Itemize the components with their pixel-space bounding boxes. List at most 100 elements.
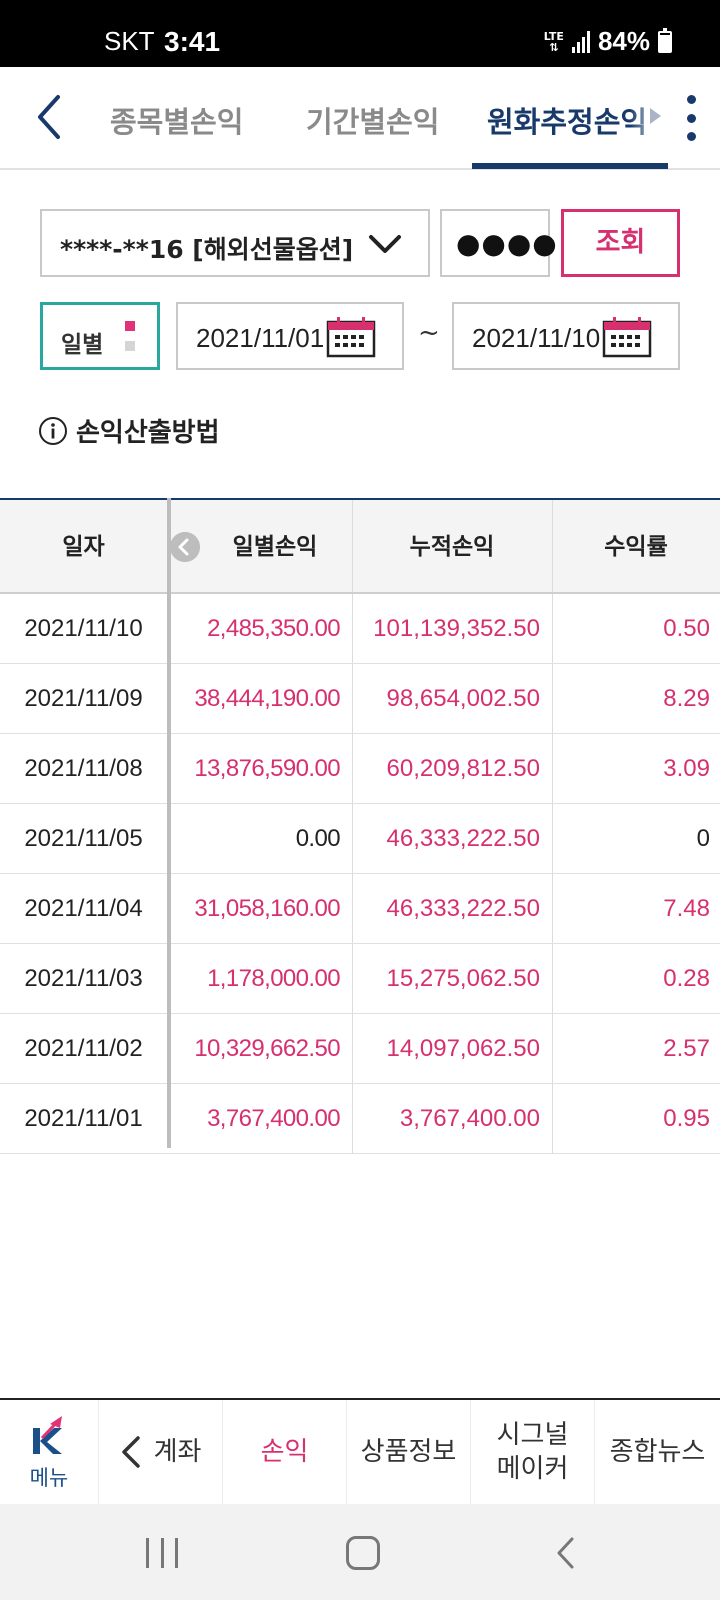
chevron-down-icon: [369, 235, 401, 253]
system-back-icon[interactable]: [555, 1536, 575, 1570]
top-nav: 종목별손익 기간별손익 원화추정손익: [0, 67, 720, 170]
cumulative-profit-cell: 98,654,002.50: [386, 685, 540, 712]
table-row[interactable]: 2021/11/05 0.00 46,333,222.50 0: [0, 804, 720, 874]
table-row[interactable]: 2021/11/08 13,876,590.00 60,209,812.50 3.09: [0, 734, 720, 804]
lte-icon: LTE ⇅: [543, 29, 564, 54]
tab-krw-estimated-profit[interactable]: 원화추정손익: [487, 99, 647, 141]
scroll-left-icon[interactable]: [170, 532, 200, 562]
end-date-field[interactable]: 2021/11/10: [452, 302, 680, 370]
profit-table: 일자 일별손익 누적손익 수익률 2021/11/10 2,485,350.00 1…: [0, 498, 720, 1154]
more-vert-icon[interactable]: [684, 95, 698, 141]
account-value: ****-**16 [해외선물옵션]: [60, 235, 354, 264]
tab-item-profit[interactable]: 종목별손익: [110, 99, 243, 141]
tab-scroll-arrow-icon[interactable]: [648, 107, 662, 125]
signal-icon: [571, 30, 590, 53]
date-cell: 2021/11/08: [24, 755, 143, 782]
period-type-select[interactable]: 일별: [40, 302, 160, 370]
frozen-column-divider: [167, 498, 171, 1148]
table-row[interactable]: 2021/11/03 1,178,000.00 15,275,062.50 0.28: [0, 944, 720, 1014]
start-date-value: 2021/11/01: [196, 323, 325, 353]
menu-label: 메뉴: [29, 1466, 69, 1490]
header-cumulative-profit: 누적손익: [409, 534, 495, 560]
spinner-up-indicator: [125, 321, 135, 331]
daily-profit-cell: 10,329,662.50: [194, 1035, 340, 1062]
active-tab-indicator: [472, 163, 668, 169]
status-bar: SKT 3:41 LTE ⇅ 84%: [0, 0, 720, 67]
back-arrow-icon[interactable]: [30, 91, 70, 143]
clock: 3:41: [164, 26, 221, 57]
query-button[interactable]: 조회: [561, 209, 680, 277]
calendar-icon[interactable]: [326, 316, 376, 358]
date-cell: 2021/11/05: [24, 825, 143, 852]
return-rate-cell: 3.09: [663, 755, 710, 782]
date-cell: 2021/11/10: [24, 615, 143, 642]
bottom-menu-news[interactable]: 종합뉴스: [594, 1400, 720, 1504]
tab-period-profit[interactable]: 기간별손익: [306, 99, 439, 141]
period-type-value: 일별: [61, 332, 104, 358]
start-date-field[interactable]: 2021/11/01: [176, 302, 404, 370]
chevron-left-icon: [121, 1436, 140, 1468]
network-type: LTE: [543, 29, 564, 43]
bottom-menu-product-info[interactable]: 상품정보: [346, 1400, 470, 1504]
date-cell: 2021/11/02: [24, 1035, 143, 1062]
bottom-menu-signal-maker[interactable]: 시그널 메이커: [470, 1400, 594, 1504]
return-rate-cell: 8.29: [663, 685, 710, 712]
end-date-value: 2021/11/10: [472, 323, 601, 353]
cumulative-profit-cell: 46,333,222.50: [386, 895, 540, 922]
cumulative-profit-cell: 60,209,812.50: [386, 755, 540, 782]
date-cell: 2021/11/04: [24, 895, 143, 922]
header-daily-profit: 일별손익: [232, 534, 318, 560]
spinner-down-indicator: [125, 341, 135, 351]
return-rate-cell: 0: [696, 825, 710, 852]
daily-profit-cell: 2,485,350.00: [207, 615, 341, 642]
daily-profit-cell: 31,058,160.00: [194, 895, 340, 922]
recent-apps-icon[interactable]: [146, 1538, 178, 1568]
info-icon: [39, 416, 67, 445]
calc-method-link[interactable]: 손익산출방법: [38, 412, 220, 449]
bottom-menu-account[interactable]: 계좌: [98, 1400, 222, 1504]
k-logo-icon: [33, 1416, 62, 1454]
table-row[interactable]: 2021/11/02 10,329,662.50 14,097,062.50 2.57: [0, 1014, 720, 1084]
system-nav-bar: [0, 1504, 720, 1600]
bottom-menu: 메뉴 계좌 손익 상품정보 시그널 메이커 종합뉴스: [0, 1398, 720, 1504]
battery-percent: 84%: [597, 26, 650, 56]
cumulative-profit-cell: 46,333,222.50: [386, 825, 540, 852]
daily-profit-cell: 13,876,590.00: [194, 755, 340, 782]
menu-button[interactable]: 메뉴: [0, 1400, 98, 1504]
daily-profit-cell: 38,444,190.00: [194, 685, 340, 712]
bottom-menu-profit[interactable]: 손익: [222, 1400, 346, 1504]
table-header: 일자 일별손익 누적손익 수익률: [0, 498, 720, 594]
bottom-menu-account-label: 계좌: [153, 1437, 202, 1467]
daily-profit-cell: 3,767,400.00: [207, 1105, 341, 1132]
table-row[interactable]: 2021/11/10 2,485,350.00 101,139,352.50 0.50: [0, 594, 720, 664]
calendar-icon[interactable]: [602, 316, 652, 358]
status-icons: LTE ⇅ 84%: [544, 26, 672, 57]
daily-profit-cell: 1,178,000.00: [207, 965, 341, 992]
table-row[interactable]: 2021/11/01 3,767,400.00 3,767,400.00 0.95: [0, 1084, 720, 1154]
password-field[interactable]: ●●●●: [440, 209, 557, 277]
return-rate-cell: 0.95: [663, 1105, 710, 1132]
home-icon[interactable]: [346, 1536, 380, 1570]
header-return-rate: 수익률: [604, 534, 668, 560]
table-row[interactable]: 2021/11/09 38,444,190.00 98,654,002.50 8.29: [0, 664, 720, 734]
table-row[interactable]: 2021/11/04 31,058,160.00 46,333,222.50 7.48: [0, 874, 720, 944]
cumulative-profit-cell: 101,139,352.50: [373, 615, 540, 642]
return-rate-cell: 0.50: [663, 615, 710, 642]
return-rate-cell: 7.48: [663, 895, 710, 922]
cumulative-profit-cell: 3,767,400.00: [399, 1105, 540, 1132]
table-body: 2021/11/10 2,485,350.00 101,139,352.50 0.50…: [0, 594, 720, 1154]
header-date: 일자: [62, 534, 105, 560]
password-mask: ●●●●: [456, 227, 558, 260]
cumulative-profit-cell: 14,097,062.50: [386, 1035, 540, 1062]
date-cell: 2021/11/09: [24, 685, 143, 712]
carrier-label: SKT: [104, 26, 155, 56]
calc-method-label: 손익산출방법: [76, 418, 220, 448]
cumulative-profit-cell: 15,275,062.50: [386, 965, 540, 992]
date-range-separator: ~: [418, 318, 440, 348]
daily-profit-cell: 0.00: [295, 825, 341, 852]
account-select[interactable]: ****-**16 [해외선물옵션]: [40, 209, 430, 277]
date-cell: 2021/11/01: [24, 1105, 143, 1132]
date-cell: 2021/11/03: [24, 965, 143, 992]
return-rate-cell: 0.28: [663, 965, 710, 992]
return-rate-cell: 2.57: [663, 1035, 710, 1062]
